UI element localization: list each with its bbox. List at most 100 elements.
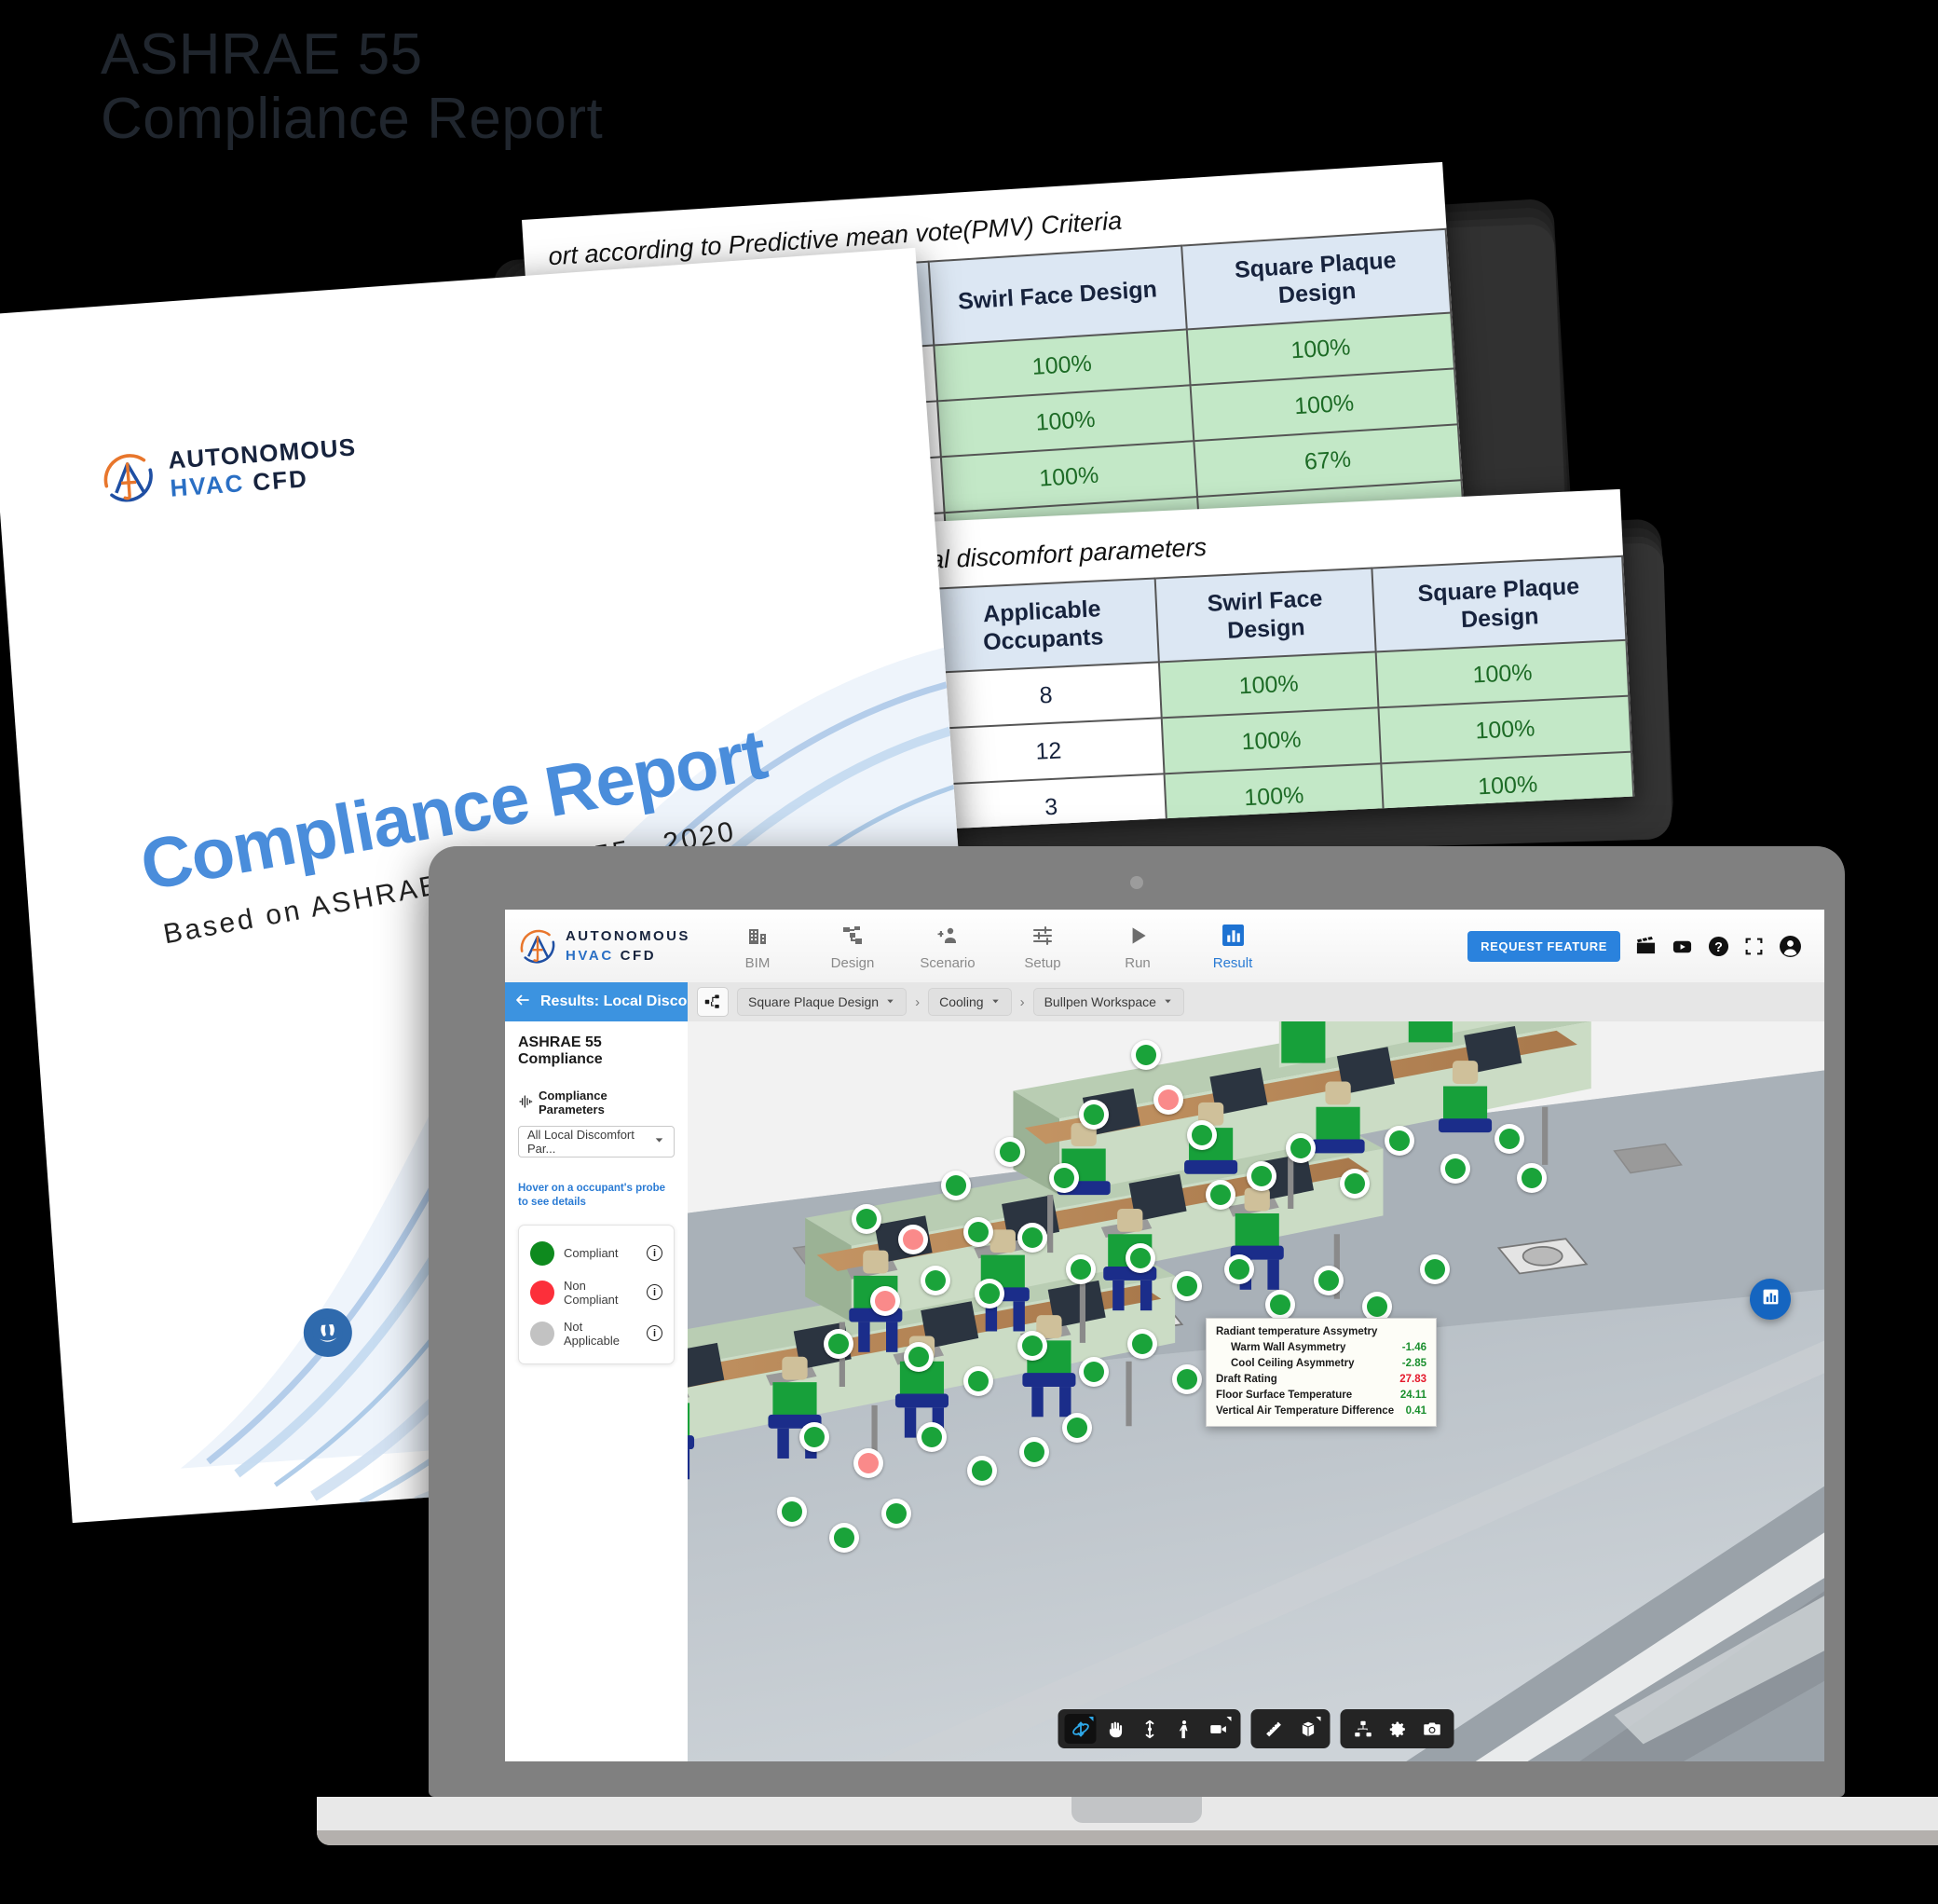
probe-marker-non-compliant[interactable] — [898, 1225, 928, 1254]
probe-marker-compliant[interactable] — [917, 1422, 947, 1452]
probe-marker-compliant[interactable] — [995, 1137, 1025, 1167]
probe-marker-compliant[interactable] — [1247, 1161, 1276, 1191]
tab-run[interactable]: Run — [1103, 922, 1172, 971]
probe-marker-compliant[interactable] — [1420, 1254, 1450, 1284]
probe-marker-compliant[interactable] — [1340, 1169, 1370, 1199]
breadcrumb-design[interactable]: Square Plaque Design — [737, 988, 908, 1016]
probe-marker-compliant[interactable] — [1127, 1329, 1157, 1359]
breadcrumb-label: Bullpen Workspace — [1044, 994, 1156, 1009]
probe-marker-compliant[interactable] — [1440, 1154, 1470, 1184]
probe-marker-compliant[interactable] — [921, 1266, 950, 1295]
cell-swirl: 100% — [1161, 707, 1382, 774]
probe-marker-compliant[interactable] — [1172, 1364, 1202, 1394]
probe-marker-compliant[interactable] — [824, 1329, 853, 1359]
probe-status-dot — [828, 1334, 849, 1354]
tab-scenario[interactable]: Scenario — [913, 922, 982, 971]
request-feature-button[interactable]: REQUEST FEATURE — [1467, 930, 1620, 962]
breadcrumb-scenario[interactable]: Cooling — [928, 988, 1012, 1016]
viewport-toolbar — [1058, 1709, 1454, 1748]
probe-marker-compliant[interactable] — [1079, 1357, 1109, 1387]
webcam-icon — [1130, 876, 1143, 889]
probe-status-dot — [1389, 1130, 1410, 1151]
probe-marker-non-compliant[interactable] — [853, 1448, 883, 1478]
probe-marker-compliant[interactable] — [1286, 1133, 1316, 1163]
compliance-parameters-select[interactable]: All Local Discomfort Par... — [518, 1126, 675, 1157]
probe-marker-compliant[interactable] — [1224, 1254, 1254, 1284]
probe-marker-compliant[interactable] — [777, 1497, 807, 1527]
probe-marker-compliant[interactable] — [904, 1342, 934, 1372]
hierarchy-icon[interactable] — [1347, 1714, 1379, 1744]
sidebar-back-header[interactable]: Results: Local Discomfort — [505, 982, 725, 1021]
probe-marker-compliant[interactable] — [852, 1204, 881, 1234]
info-icon[interactable]: i — [647, 1325, 662, 1342]
youtube-icon[interactable] — [1672, 936, 1693, 957]
probe-marker-compliant[interactable] — [1049, 1163, 1079, 1193]
probe-status-dot — [1425, 1259, 1445, 1280]
3d-viewport[interactable]: Square Plaque Design › Cooling › Bullpen… — [688, 982, 1824, 1761]
section-box-icon[interactable] — [1292, 1714, 1324, 1744]
clapperboard-icon[interactable] — [1635, 936, 1657, 957]
breadcrumb-space[interactable]: Bullpen Workspace — [1032, 988, 1184, 1016]
col-header: Swirl Face Design — [1154, 568, 1376, 663]
probe-marker-compliant[interactable] — [1062, 1413, 1092, 1443]
info-icon[interactable]: i — [647, 1245, 662, 1262]
back-arrow-icon[interactable] — [514, 992, 531, 1013]
screenshot-camera-icon[interactable] — [1416, 1714, 1448, 1744]
probe-marker-compliant[interactable] — [1172, 1271, 1202, 1301]
info-icon[interactable]: i — [647, 1284, 662, 1301]
probe-marker-compliant[interactable] — [1517, 1163, 1547, 1193]
tooltip-value: 24.11 — [1399, 1389, 1426, 1401]
probe-marker-compliant[interactable] — [1066, 1254, 1096, 1284]
account-icon[interactable] — [1779, 935, 1802, 958]
ruler-icon[interactable] — [1258, 1714, 1290, 1744]
probe-marker-compliant[interactable] — [1385, 1126, 1414, 1156]
app-brand-logo[interactable]: AUTONOMOUS HVAC CFD — [518, 926, 695, 966]
probe-marker-compliant[interactable] — [1017, 1223, 1047, 1253]
help-icon[interactable]: ? — [1708, 936, 1729, 957]
tab-design[interactable]: Design — [818, 922, 887, 971]
probe-status-dot — [886, 1503, 907, 1524]
probe-marker-compliant[interactable] — [1187, 1120, 1217, 1150]
probe-marker-compliant[interactable] — [881, 1499, 911, 1528]
office-cfd-scene[interactable]: Radiant temperature Assymetry Warm Wall … — [688, 1021, 1824, 1761]
probe-marker-compliant[interactable] — [963, 1217, 993, 1247]
probe-marker-compliant[interactable] — [1019, 1437, 1049, 1467]
probe-marker-compliant[interactable] — [1314, 1266, 1344, 1295]
probe-marker-non-compliant[interactable] — [1153, 1085, 1183, 1115]
svg-text:?: ? — [1714, 939, 1723, 954]
zoom-updown-icon[interactable] — [1134, 1714, 1166, 1744]
probe-marker-compliant[interactable] — [941, 1171, 971, 1200]
probe-marker-compliant[interactable] — [1131, 1040, 1161, 1070]
probe-marker-compliant[interactable] — [1494, 1124, 1524, 1154]
probe-marker-compliant[interactable] — [1126, 1243, 1155, 1273]
tab-setup[interactable]: Setup — [1008, 922, 1077, 971]
probe-marker-compliant[interactable] — [829, 1523, 859, 1553]
probe-status-dot — [1192, 1125, 1212, 1145]
probe-marker-non-compliant[interactable] — [870, 1286, 900, 1316]
toolbar-group-tools — [1250, 1709, 1331, 1748]
video-camera-icon[interactable] — [1203, 1714, 1235, 1744]
probe-marker-compliant[interactable] — [1206, 1180, 1235, 1210]
orbit-icon[interactable] — [1064, 1714, 1097, 1744]
probe-marker-compliant[interactable] — [799, 1422, 829, 1452]
pan-hand-icon[interactable] — [1099, 1714, 1131, 1744]
probe-status-dot — [1445, 1158, 1466, 1179]
tab-result[interactable]: Result — [1198, 922, 1267, 971]
probe-marker-compliant[interactable] — [1079, 1100, 1109, 1130]
tooltip-row: Warm Wall Asymmetry -1.46 — [1216, 1339, 1426, 1355]
model-tree-icon[interactable] — [697, 987, 729, 1017]
submenu-corner-icon — [1226, 1717, 1232, 1721]
probe-marker-compliant[interactable] — [1265, 1290, 1295, 1320]
probe-marker-compliant[interactable] — [963, 1366, 993, 1396]
probe-marker-compliant[interactable] — [967, 1456, 997, 1486]
probe-marker-compliant[interactable] — [1017, 1331, 1047, 1361]
probe-status-dot — [1290, 1138, 1311, 1158]
probe-marker-compliant[interactable] — [975, 1279, 1004, 1308]
open-chart-button[interactable] — [1750, 1279, 1791, 1320]
tooltip-label: Warm Wall Asymmetry — [1231, 1341, 1346, 1353]
tab-label: Run — [1125, 954, 1151, 971]
tab-bim[interactable]: BIM — [723, 922, 792, 971]
settings-gear-icon[interactable] — [1382, 1714, 1413, 1744]
fullscreen-icon[interactable] — [1744, 937, 1764, 956]
walkthrough-icon[interactable] — [1168, 1714, 1200, 1744]
